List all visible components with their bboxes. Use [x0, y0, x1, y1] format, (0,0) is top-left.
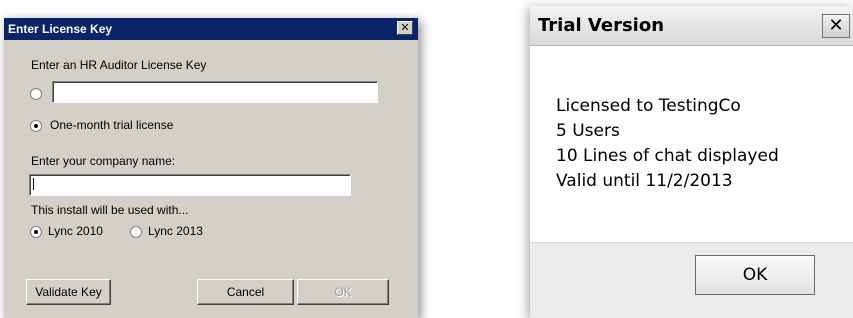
trial-ok-button[interactable]: OK: [695, 255, 815, 295]
license-dialog: Enter License Key ✕ Enter an HR Auditor …: [4, 18, 418, 318]
lync-2013-label[interactable]: Lync 2013: [148, 224, 203, 238]
license-key-input[interactable]: [52, 81, 378, 103]
company-name-prompt: Enter your company name:: [31, 154, 176, 168]
chat-lines-text: 10 Lines of chat displayed: [556, 146, 779, 166]
license-key-radio[interactable]: [30, 88, 42, 100]
trial-version-dialog: Trial Version ✕ Licensed to TestingCo 5 …: [530, 6, 853, 318]
users-count-text: 5 Users: [556, 121, 620, 141]
license-dialog-title: Enter License Key: [8, 22, 113, 36]
usage-prompt: This install will be used with...: [31, 203, 189, 217]
ok-button-disabled[interactable]: OK: [297, 279, 389, 305]
license-dialog-close-button[interactable]: ✕: [397, 21, 413, 35]
close-icon: ✕: [828, 15, 844, 35]
trial-license-radio[interactable]: [30, 120, 42, 132]
valid-until-text: Valid until 11/2/2013: [556, 171, 733, 191]
close-icon: ✕: [400, 22, 410, 34]
trial-license-label[interactable]: One-month trial license: [50, 118, 173, 132]
license-key-prompt: Enter an HR Auditor License Key: [31, 58, 207, 72]
cancel-button[interactable]: Cancel: [197, 279, 294, 305]
lync-2010-label[interactable]: Lync 2010: [48, 224, 103, 238]
license-dialog-titlebar[interactable]: Enter License Key ✕: [4, 18, 418, 40]
licensed-to-text: Licensed to TestingCo: [556, 96, 741, 116]
trial-dialog-title: Trial Version: [538, 15, 665, 36]
company-name-input[interactable]: [29, 174, 351, 196]
validate-key-button[interactable]: Validate Key: [26, 279, 111, 305]
trial-dialog-titlebar[interactable]: Trial Version ✕: [530, 6, 853, 46]
lync-2013-radio[interactable]: [130, 226, 142, 238]
trial-dialog-close-button[interactable]: ✕: [822, 14, 850, 38]
lync-2010-radio[interactable]: [30, 226, 42, 238]
